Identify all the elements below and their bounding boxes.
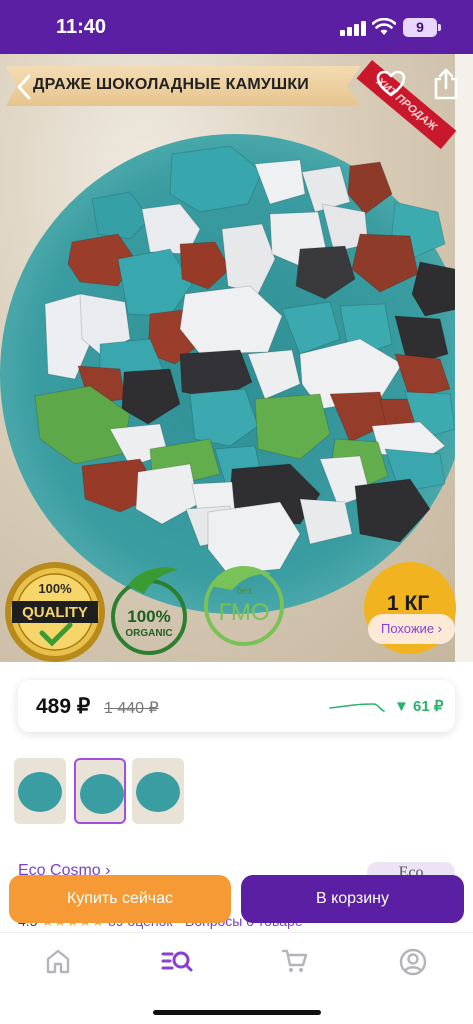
back-button[interactable] bbox=[16, 74, 38, 100]
tab-cart[interactable] bbox=[280, 947, 320, 977]
status-bar: 11:40 9 bbox=[0, 0, 473, 54]
product-image-gallery[interactable]: ДРАЖЕ ШОКОЛАДНЫЕ КАМУШКИ ХИТ ПРОДАЖ 100%… bbox=[0, 54, 473, 662]
product-title: ДРАЖЕ ШОКОЛАДНЫЕ КАМУШКИ bbox=[33, 76, 309, 93]
status-time: 11:40 bbox=[56, 16, 107, 38]
wifi-icon bbox=[372, 18, 396, 35]
cart-icon bbox=[281, 949, 308, 972]
product-page: 11:40 9 ДРАЖЕ ШОКОЛАДНЫЕ КАМУШКИ ХИТ ПРО… bbox=[0, 0, 473, 1024]
home-indicator bbox=[153, 1010, 321, 1015]
organic-pct-text: 100% bbox=[127, 607, 170, 626]
gmo-prefix-text: без bbox=[236, 585, 252, 597]
thumbnail-selected[interactable] bbox=[74, 758, 126, 824]
tab-catalog[interactable] bbox=[160, 947, 200, 977]
tab-home[interactable] bbox=[43, 947, 83, 977]
price-card[interactable]: 489 ₽ 1 440 ₽ ▼ 61 ₽ bbox=[18, 680, 455, 732]
no-gmo-badge: без ГМО bbox=[204, 566, 284, 646]
price-drop: ▼ 61 ₽ bbox=[394, 698, 444, 715]
tab-profile[interactable] bbox=[398, 947, 438, 977]
battery-icon: 9 bbox=[403, 18, 441, 37]
favorite-button[interactable] bbox=[376, 70, 406, 100]
thumbnail[interactable] bbox=[14, 758, 66, 824]
quality-top-text: 100% bbox=[38, 581, 72, 596]
similar-products-button[interactable]: Похожие › bbox=[368, 614, 455, 644]
heart-icon bbox=[376, 70, 406, 97]
add-to-cart-button[interactable]: В корзину bbox=[241, 875, 464, 923]
home-icon bbox=[46, 949, 70, 974]
quality-main-text: QUALITY bbox=[22, 604, 88, 621]
share-icon bbox=[434, 68, 458, 100]
buy-now-button[interactable]: Купить сейчас bbox=[9, 875, 231, 923]
chevron-left-icon bbox=[17, 74, 31, 100]
image-edge bbox=[455, 54, 473, 662]
price-history-sparkline bbox=[329, 703, 385, 712]
signal-icon bbox=[340, 20, 366, 36]
old-price: 1 440 ₽ bbox=[104, 700, 159, 717]
gmo-word-text: ГМО bbox=[218, 599, 269, 626]
organic-word-text: ORGANIC bbox=[125, 628, 172, 639]
organic-badge: 100% ORGANIC bbox=[111, 567, 187, 655]
catalog-search-icon bbox=[161, 951, 193, 972]
thumbnail[interactable] bbox=[132, 758, 184, 824]
profile-icon bbox=[399, 948, 427, 976]
quality-seal-badge: 100% QUALITY bbox=[5, 562, 105, 662]
share-button[interactable] bbox=[433, 68, 459, 100]
current-price: 489 ₽ bbox=[36, 695, 91, 718]
weight-text: 1 КГ bbox=[387, 592, 430, 615]
